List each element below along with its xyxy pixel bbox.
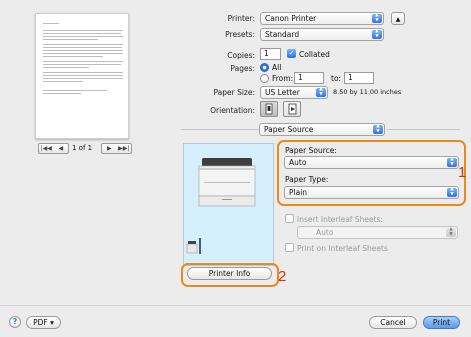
printer-popup[interactable]: Canon Printer ▲ ▼ [260, 12, 384, 25]
paper-type-label: Paper Type: [285, 175, 329, 184]
next-page-icon[interactable]: ▶ [102, 144, 117, 153]
interleaf-popup[interactable]: Auto ▲ ▼ [297, 226, 458, 239]
popup-arrows-icon: ▲ ▼ [372, 13, 382, 23]
presets-value: Standard [265, 30, 300, 39]
paper-source-value: Auto [289, 158, 307, 167]
section-popup-value: Paper Source [264, 125, 314, 134]
page-indicator: 1 of 1 [72, 144, 93, 152]
footer-divider [0, 305, 471, 306]
callout-2-number: 2 [278, 268, 287, 285]
landscape-orientation-button[interactable] [283, 101, 301, 117]
paper-size-dimensions: 8.50 by 11.00 inches [333, 88, 402, 96]
insert-interleaf-label: Insert Interleaf Sheets: [297, 215, 383, 224]
page-nav-back[interactable]: |◀◀ ◀ [38, 143, 69, 154]
printer-preview-panel [183, 143, 274, 266]
popup-arrows-icon: ▲ ▼ [446, 227, 456, 237]
portrait-orientation-button[interactable] [260, 101, 278, 117]
callout-1-number: 1 [458, 164, 467, 181]
interleaf-value: Auto [316, 228, 334, 237]
cancel-button[interactable]: Cancel [369, 316, 417, 329]
portrait-icon [265, 103, 273, 115]
copies-input[interactable]: 1 [260, 48, 281, 60]
popup-arrows-icon: ▲ ▼ [373, 124, 383, 134]
help-button[interactable]: ? [9, 316, 21, 328]
disclosure-up-icon: ▲ [395, 16, 401, 23]
pages-label: Pages: [230, 64, 255, 73]
divider-right [387, 129, 460, 130]
paper-source-label: Paper Source: [285, 146, 337, 155]
previous-page-icon[interactable]: ◀ [54, 144, 69, 153]
insert-interleaf-checkbox[interactable] [285, 214, 294, 223]
last-page-icon[interactable]: ▶▶| [117, 144, 132, 153]
pages-all-label: All [272, 63, 282, 72]
pages-from-input[interactable]: 1 [294, 72, 324, 84]
pdf-menu-button[interactable]: PDF ▾ [26, 316, 61, 329]
collated-label: Collated [299, 50, 330, 59]
page-preview [35, 13, 129, 139]
printer-value: Canon Printer [265, 14, 317, 23]
paper-size-popup[interactable]: US Letter ▲ ▼ [260, 86, 328, 99]
printer-info-button[interactable]: Printer Info [187, 267, 272, 280]
pages-all-radio[interactable] [260, 63, 269, 72]
paper-type-value: Plain [289, 188, 308, 197]
print-button[interactable]: Print [423, 316, 460, 329]
pages-to-input[interactable]: 1 [344, 72, 374, 84]
show-details-button[interactable]: ▲ [391, 12, 405, 25]
pages-from-label: From: [272, 74, 294, 83]
presets-popup[interactable]: Standard ▲ ▼ [260, 28, 384, 41]
first-page-icon[interactable]: |◀◀ [39, 144, 54, 153]
pages-from-radio[interactable] [260, 74, 269, 83]
popup-arrows-icon: ▲ ▼ [447, 187, 457, 197]
divider-left [181, 129, 259, 130]
landscape-icon [288, 103, 297, 115]
copies-label: Copies: [227, 51, 255, 60]
pages-to-label: to: [331, 74, 342, 83]
paper-source-popup[interactable]: Auto ▲ ▼ [284, 156, 459, 169]
paper-size-value: US Letter [265, 88, 300, 97]
print-on-interleaf-label: Print on Interleaf Sheets [297, 244, 388, 253]
orientation-label: Orientation: [210, 106, 255, 115]
print-on-interleaf-checkbox[interactable] [285, 243, 294, 252]
paper-size-label: Paper Size: [213, 88, 255, 97]
section-popup[interactable]: Paper Source ▲ ▼ [259, 123, 385, 136]
popup-arrows-icon: ▲ ▼ [447, 157, 457, 167]
printer-label: Printer: [227, 14, 255, 23]
popup-arrows-icon: ▲ ▼ [316, 87, 326, 97]
printer-illustration-icon [186, 158, 256, 254]
paper-type-popup[interactable]: Plain ▲ ▼ [284, 186, 459, 199]
collated-checkbox[interactable]: ✓ [287, 49, 296, 58]
page-nav-forward[interactable]: ▶ ▶▶| [101, 143, 132, 154]
popup-arrows-icon: ▲ ▼ [372, 29, 382, 39]
presets-label: Presets: [225, 30, 255, 39]
